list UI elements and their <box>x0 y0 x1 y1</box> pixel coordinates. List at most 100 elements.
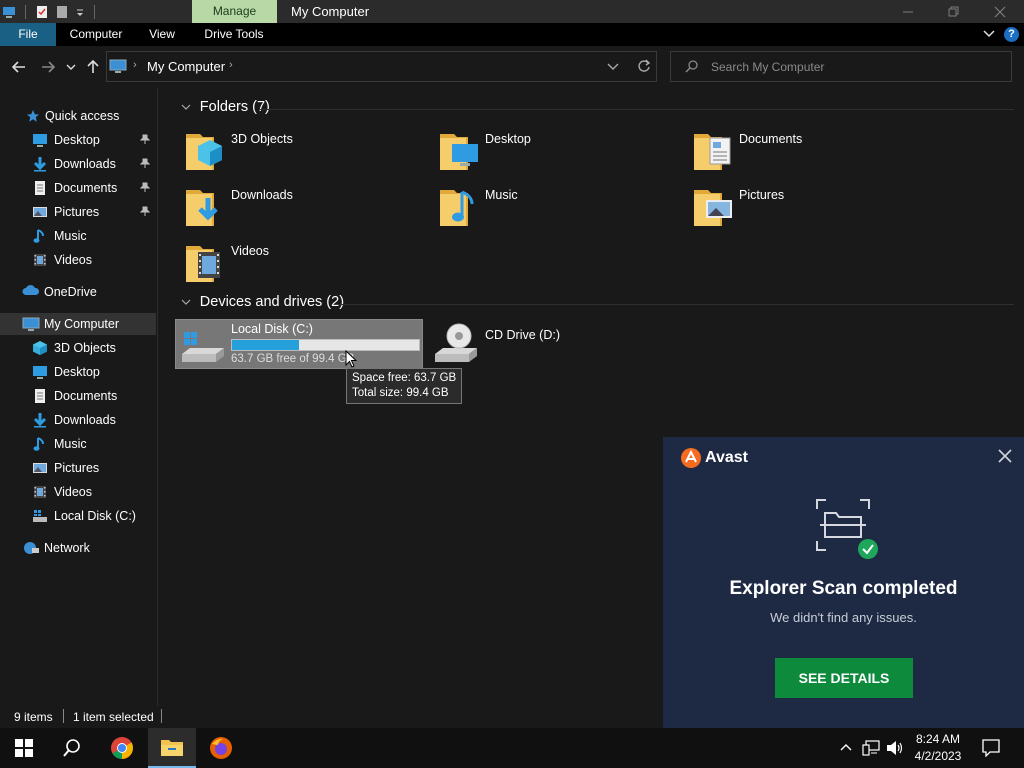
refresh-icon[interactable] <box>637 59 651 76</box>
folder-tile-3d-objects[interactable]: 3D Objects <box>184 128 424 180</box>
properties-icon[interactable] <box>35 5 49 19</box>
breadcrumb-my-computer[interactable]: My Computer <box>147 59 225 74</box>
windows-logo-icon <box>15 739 33 757</box>
folder-documents-icon <box>692 128 736 172</box>
search-button[interactable] <box>48 728 96 768</box>
devices-group-header[interactable]: Devices and drives (2) <box>181 294 344 310</box>
folder-3d-objects-icon <box>184 128 228 172</box>
arrow-right-icon <box>42 61 55 73</box>
help-icon[interactable]: ? <box>1004 27 1019 42</box>
tab-view[interactable]: View <box>140 23 184 46</box>
manage-tab[interactable]: Manage <box>192 0 277 23</box>
computer-icon <box>109 58 127 77</box>
nav-computer-music[interactable]: Music <box>0 433 156 455</box>
status-selection: 1 item selected <box>73 710 154 724</box>
pin-icon[interactable] <box>139 182 151 195</box>
nav-quick-access[interactable]: Quick access <box>0 105 156 127</box>
chrome-taskbar-button[interactable] <box>98 728 146 768</box>
back-button[interactable] <box>8 56 30 78</box>
search-input[interactable]: Search My Computer <box>670 51 1012 82</box>
nav-item-label: Videos <box>54 485 92 499</box>
folder-tile-desktop[interactable]: Desktop <box>438 128 678 180</box>
volume-icon[interactable] <box>886 740 904 759</box>
avast-close-button[interactable] <box>998 447 1012 468</box>
tab-drive-tools[interactable]: Drive Tools <box>198 23 270 46</box>
nav-computer-videos[interactable]: Videos <box>0 481 156 503</box>
pictures-icon <box>32 204 48 220</box>
nav-network[interactable]: Network <box>0 537 156 559</box>
nav-computer-desktop[interactable]: Desktop <box>0 361 156 383</box>
folder-tile-videos[interactable]: Videos <box>184 240 424 292</box>
forward-button[interactable] <box>37 56 59 78</box>
nav-computer-3d-objects[interactable]: 3D Objects <box>0 337 156 359</box>
nav-quick-documents[interactable]: Documents <box>0 177 156 199</box>
customize-toolbar-icon[interactable] <box>75 5 85 19</box>
nav-computer-downloads[interactable]: Downloads <box>0 409 156 431</box>
close-button[interactable] <box>977 0 1023 23</box>
system-clock[interactable]: 8:24 AM 4/2/2023 <box>912 731 964 765</box>
clock-date: 4/2/2023 <box>914 749 962 763</box>
collapse-chevron-icon[interactable] <box>181 103 194 114</box>
collapse-chevron-icon[interactable] <box>181 298 194 309</box>
folder-label: Music <box>485 188 518 202</box>
avast-brand: Avast <box>681 448 748 468</box>
notifications-icon[interactable] <box>982 739 1000 760</box>
clock-time: 8:24 AM <box>915 732 961 746</box>
file-explorer-taskbar-button[interactable] <box>148 728 196 768</box>
nav-computer-local-disk-c-[interactable]: Local Disk (C:) <box>0 505 156 527</box>
address-history-chevron-icon[interactable] <box>607 61 619 75</box>
restore-button[interactable] <box>931 0 977 23</box>
up-button[interactable] <box>82 56 104 78</box>
nav-item-label: 3D Objects <box>54 341 116 355</box>
new-folder-icon[interactable] <box>55 5 69 19</box>
drive-c-usage-bar <box>231 339 420 351</box>
nav-item-label: Local Disk (C:) <box>54 509 136 523</box>
show-hidden-icons-chevron-icon[interactable] <box>840 741 852 755</box>
see-details-button[interactable]: SEE DETAILS <box>775 658 913 698</box>
toolbar-divider <box>94 5 95 19</box>
search-icon <box>685 60 698 76</box>
tab-computer[interactable]: Computer <box>60 23 132 46</box>
network-tray-icon[interactable] <box>862 740 880 759</box>
avast-logo-icon <box>681 448 701 468</box>
folder-tile-music[interactable]: Music <box>438 184 678 236</box>
group-divider <box>259 109 1014 110</box>
nav-item-label: Music <box>54 229 87 243</box>
toolbar-divider <box>25 5 26 19</box>
nav-quick-videos[interactable]: Videos <box>0 249 156 271</box>
tab-file[interactable]: File <box>0 23 56 46</box>
drive-tile-local-disk-c[interactable]: Local Disk (C:) 63.7 GB free of 99.4 GB <box>175 319 423 369</box>
nav-quick-downloads[interactable]: Downloads <box>0 153 156 175</box>
address-bar[interactable]: › My Computer › <box>106 51 657 82</box>
folder-tile-pictures[interactable]: Pictures <box>692 184 932 236</box>
nav-my-computer[interactable]: My Computer <box>0 313 156 335</box>
pictures-icon <box>32 460 48 476</box>
firefox-taskbar-button[interactable] <box>197 728 245 768</box>
nav-item-label: Videos <box>54 253 92 267</box>
documents-icon <box>32 180 48 196</box>
nav-computer-pictures[interactable]: Pictures <box>0 457 156 479</box>
nav-network-label: Network <box>44 541 90 555</box>
recent-locations-button[interactable] <box>61 56 81 78</box>
nav-item-label: Documents <box>54 181 118 195</box>
nav-onedrive[interactable]: OneDrive <box>0 281 156 303</box>
drive-tile-cd-drive-d[interactable]: CD Drive (D:) <box>433 322 593 368</box>
pin-icon[interactable] <box>139 134 151 147</box>
nav-computer-documents[interactable]: Documents <box>0 385 156 407</box>
breadcrumb-chevron-icon[interactable]: › <box>229 59 233 71</box>
pin-icon[interactable] <box>139 158 151 171</box>
status-divider <box>63 709 64 723</box>
nav-quick-desktop[interactable]: Desktop <box>0 129 156 151</box>
pin-icon[interactable] <box>139 206 151 219</box>
file-explorer-icon <box>161 740 183 756</box>
nav-quick-music[interactable]: Music <box>0 225 156 247</box>
expand-ribbon-icon[interactable] <box>982 28 996 43</box>
nav-my-computer-label: My Computer <box>44 317 120 331</box>
folder-tile-documents[interactable]: Documents <box>692 128 932 180</box>
start-button[interactable] <box>0 728 48 768</box>
folders-group-header[interactable]: Folders (7) <box>181 99 270 115</box>
minimize-button[interactable] <box>885 0 931 23</box>
cd-drive-icon <box>433 322 479 367</box>
nav-quick-pictures[interactable]: Pictures <box>0 201 156 223</box>
folder-tile-downloads[interactable]: Downloads <box>184 184 424 236</box>
